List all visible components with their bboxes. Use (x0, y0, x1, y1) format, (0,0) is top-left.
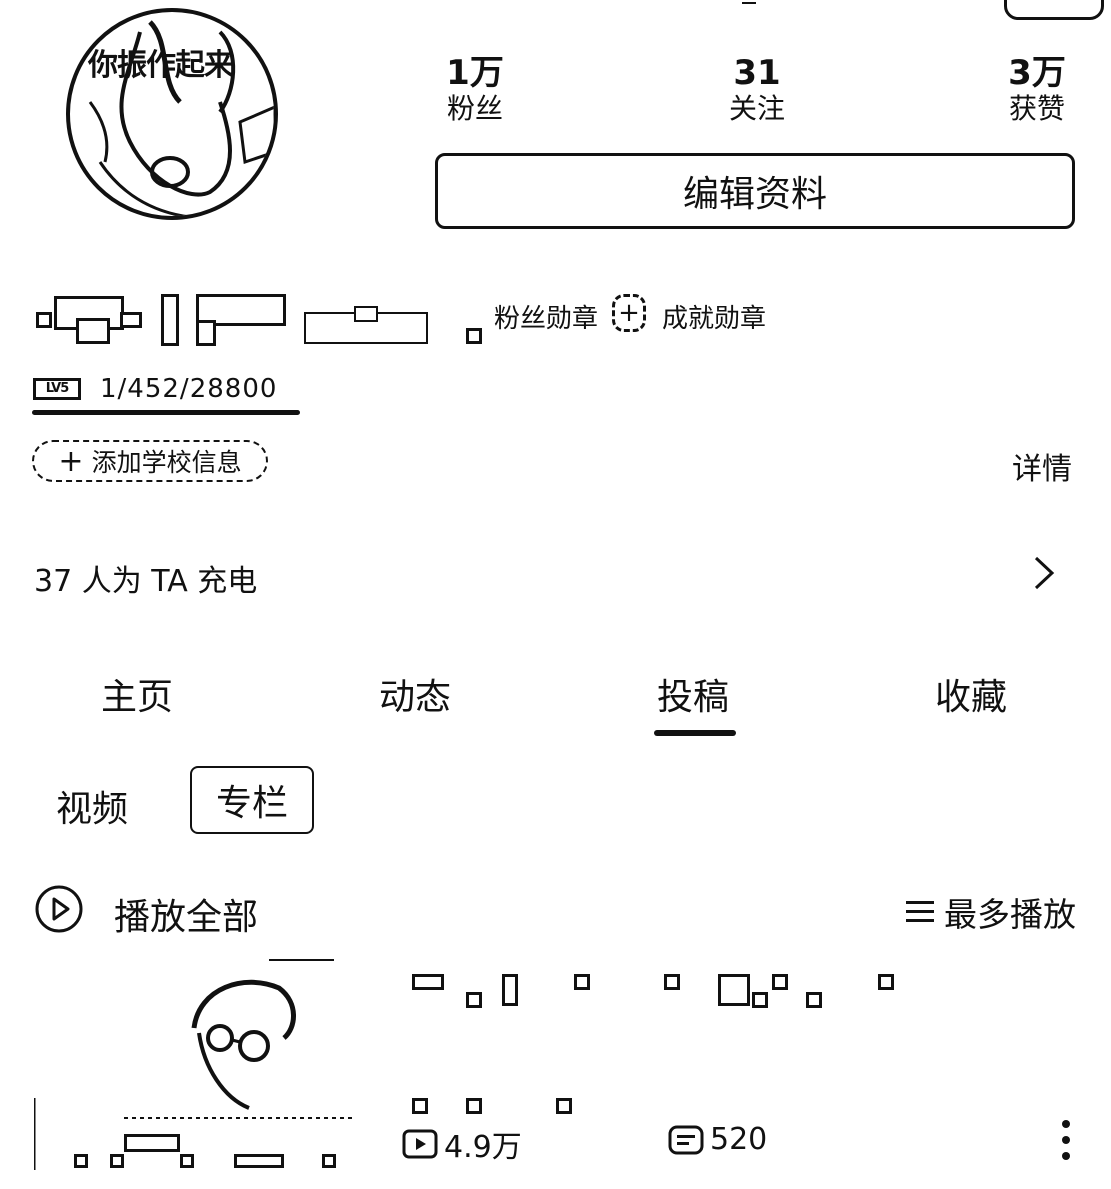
exp-progress-text: 1/452/28800 (100, 374, 278, 404)
subtab-column[interactable]: 专栏 (190, 766, 314, 834)
comment-count: 520 (668, 1122, 767, 1157)
play-circle-icon[interactable] (34, 884, 84, 934)
chevron-right-icon[interactable] (1026, 556, 1060, 590)
charge-info[interactable]: 37 人为 TA 充电 (34, 556, 257, 600)
tab-home[interactable]: 主页 (52, 668, 222, 720)
sort-button[interactable]: 最多播放 (904, 888, 1076, 936)
subtab-video[interactable]: 视频 (56, 780, 128, 832)
stat-fans-label: 粉丝 (446, 92, 503, 125)
active-tab-indicator (654, 730, 736, 736)
stat-following-value: 31 (733, 53, 781, 93)
stat-likes[interactable]: 3万 获赞 (967, 54, 1107, 126)
stat-likes-value: 3万 (1008, 53, 1066, 93)
top-right-corner-button[interactable] (1004, 0, 1104, 20)
plus-icon[interactable]: + (612, 294, 646, 332)
sort-label: 最多播放 (944, 895, 1076, 934)
thumbnail-sketch (34, 959, 354, 1170)
add-school-button[interactable]: + 添加学校信息 (32, 440, 268, 482)
plus-icon: + (58, 443, 84, 479)
stat-following-label: 关注 (728, 92, 785, 125)
details-link[interactable]: 详情 (1012, 444, 1072, 488)
play-count-icon (402, 1129, 438, 1159)
exp-progress-bar (32, 410, 300, 415)
tab-favorites[interactable]: 收藏 (886, 668, 1056, 720)
tab-dynamics[interactable]: 动态 (330, 668, 500, 720)
divider (742, 2, 756, 4)
comment-icon (668, 1125, 704, 1154)
more-options-icon[interactable] (1054, 1118, 1078, 1162)
video-thumbnail[interactable] (34, 958, 376, 1170)
achievement-badge-link[interactable]: 成就勋章 (662, 298, 766, 335)
add-school-label: 添加学校信息 (91, 448, 242, 477)
avatar-overlay-text: 你振作起来 (88, 48, 234, 83)
view-count-value: 4.9万 (444, 1130, 522, 1165)
stat-fans[interactable]: 1万 粉丝 (405, 54, 545, 126)
stat-likes-label: 获赞 (1008, 92, 1065, 125)
level-icon: LV5 (33, 378, 81, 400)
list-icon (906, 901, 934, 922)
stat-following[interactable]: 31 关注 (687, 54, 827, 126)
stat-fans-value: 1万 (446, 53, 504, 93)
tab-submissions[interactable]: 投稿 (608, 668, 778, 720)
edit-profile-button[interactable]: 编辑资料 (435, 153, 1075, 229)
fan-badge-link[interactable]: 粉丝勋章 (494, 298, 598, 335)
comment-count-value: 520 (710, 1122, 768, 1157)
view-count: 4.9万 (402, 1122, 522, 1166)
play-all-button[interactable]: 播放全部 (114, 888, 258, 940)
